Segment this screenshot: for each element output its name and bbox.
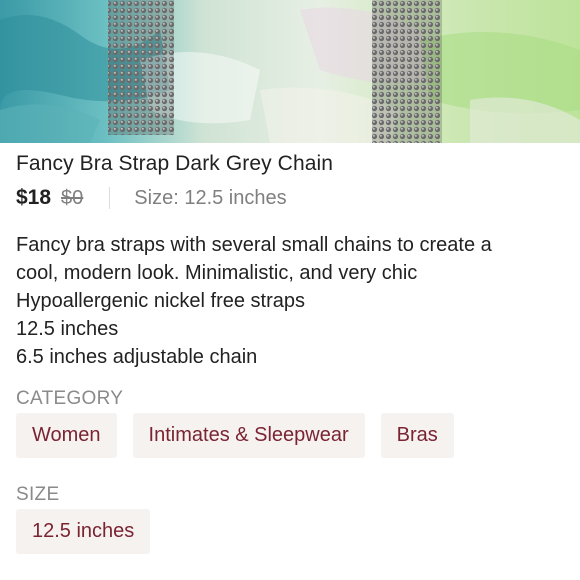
description-line: Fancy bra straps with several small chai…: [16, 234, 492, 256]
description-line: Hypoallergenic nickel free straps: [16, 290, 306, 312]
listing-price: $18: [16, 186, 52, 209]
description-line: 6.5 inches adjustable chain: [16, 346, 258, 368]
category-chip-bras[interactable]: Bras: [380, 413, 454, 458]
listing-title: Fancy Bra Strap Dark Grey Chain: [16, 152, 334, 175]
size-chip[interactable]: 12.5 inches: [16, 509, 151, 554]
category-chip-women[interactable]: Women: [16, 413, 117, 458]
price-row: $18 $0 Size: 12.5 inches: [16, 184, 287, 212]
size-label: SIZE: [16, 484, 60, 505]
category-chip-intimates[interactable]: Intimates & Sleepwear: [132, 413, 365, 458]
description-line: cool, modern look. Minimalistic, and ver…: [16, 262, 418, 284]
product-photo[interactable]: [0, 0, 580, 143]
size-chips: 12.5 inches: [16, 509, 151, 554]
category-chips: Women Intimates & Sleepwear Bras: [16, 413, 454, 458]
product-photo-image: [0, 0, 580, 143]
original-price: $0: [61, 186, 84, 209]
size-info: Size: 12.5 inches: [134, 186, 287, 209]
category-label: CATEGORY: [16, 388, 124, 409]
price-divider: [109, 187, 111, 209]
listing-description: Fancy bra straps with several small chai…: [16, 231, 576, 371]
description-line: 12.5 inches: [16, 318, 119, 340]
listing-page: Fancy Bra Strap Dark Grey Chain $18 $0 S…: [0, 0, 580, 580]
